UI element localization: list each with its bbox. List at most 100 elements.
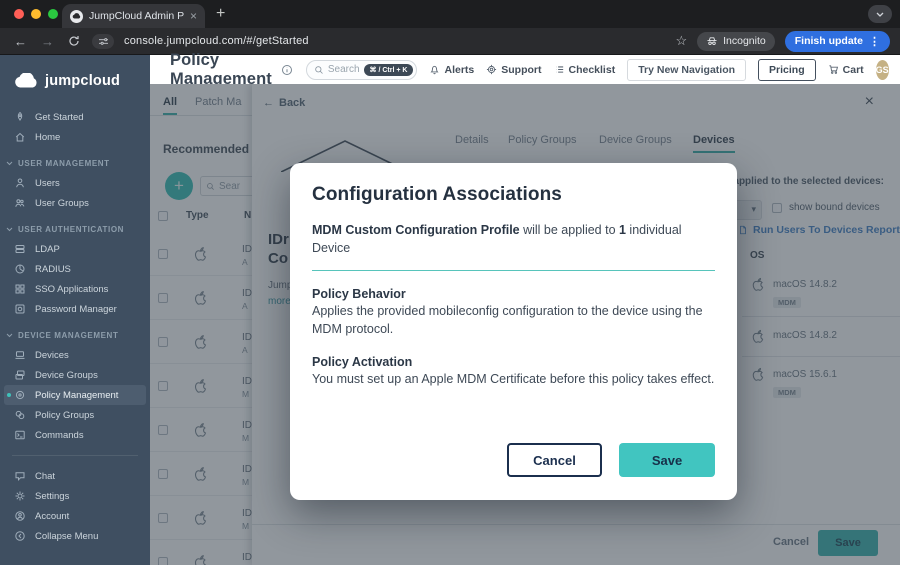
sidebar-item-label: Policy Groups	[35, 410, 94, 421]
sidebar-item-sso-applications[interactable]: SSO Applications	[0, 279, 150, 299]
sidebar-item-label: User Groups	[35, 198, 89, 209]
browser-tab[interactable]: JumpCloud Admin Portal ×	[62, 4, 205, 28]
account-circle-icon	[14, 510, 26, 522]
sidebar-item-chat[interactable]: Chat	[0, 466, 150, 486]
sidebar-item-label: Users	[35, 178, 60, 189]
user-icon	[14, 177, 26, 189]
browser-tab-strip: JumpCloud Admin Portal × +	[0, 0, 900, 28]
support-label: Support	[501, 64, 541, 76]
minimize-window-button[interactable]	[31, 9, 41, 19]
pricing-button[interactable]: Pricing	[758, 59, 816, 81]
address-bar-url[interactable]: console.jumpcloud.com/#/getStarted	[124, 35, 309, 47]
policy-activation-text: You must set up an Apple MDM Certificate…	[312, 371, 717, 389]
avatar[interactable]: GS	[876, 60, 889, 80]
close-window-button[interactable]	[14, 9, 24, 19]
chrome-menu-chevron-icon[interactable]	[868, 5, 892, 23]
maximize-window-button[interactable]	[48, 9, 58, 19]
sidebar-item-users[interactable]: Users	[0, 173, 150, 193]
policy-behavior-heading: Policy Behavior	[312, 287, 715, 301]
incognito-icon	[706, 36, 718, 46]
chevron-down-icon	[6, 227, 13, 232]
finish-update-button[interactable]: Finish update ⋮	[785, 31, 890, 52]
server-icon	[14, 243, 26, 255]
chevron-down-icon	[6, 161, 13, 166]
sidebar-item-radius[interactable]: RADIUS	[0, 259, 150, 279]
sidebar-item-label: Commands	[35, 430, 84, 441]
policy-behavior-text: Applies the provided mobileconfig config…	[312, 303, 717, 339]
alerts-button[interactable]: Alerts	[429, 64, 474, 76]
global-search-input[interactable]: Search ⌘ / Ctrl + K	[306, 60, 418, 80]
device-groups-icon	[14, 369, 26, 381]
chevron-down-icon	[6, 333, 13, 338]
rocket-icon	[14, 111, 26, 123]
sidebar-item-label: Device Groups	[35, 370, 98, 381]
device-count: 1	[619, 223, 626, 237]
sidebar-item-get-started[interactable]: Get Started	[0, 107, 150, 127]
sidebar-item-collapse-menu[interactable]: Collapse Menu	[0, 526, 150, 546]
logo-text: jumpcloud	[45, 73, 120, 89]
home-icon	[14, 131, 26, 143]
sidebar-item-label: Home	[35, 132, 60, 143]
sidebar-item-settings[interactable]: Settings	[0, 486, 150, 506]
grid-icon	[14, 283, 26, 295]
policy-activation-heading: Policy Activation	[312, 355, 715, 369]
sidebar-item-account[interactable]: Account	[0, 506, 150, 526]
sidebar-item-devices[interactable]: Devices	[0, 345, 150, 365]
sidebar-item-home[interactable]: Home	[0, 127, 150, 147]
policy-target-icon	[14, 389, 26, 401]
sidebar-item-ldap[interactable]: LDAP	[0, 239, 150, 259]
try-new-navigation-button[interactable]: Try New Navigation	[627, 59, 746, 81]
modal-title: Configuration Associations	[312, 184, 715, 206]
incognito-label: Incognito	[723, 35, 766, 47]
sidebar-section-user-management[interactable]: USER MANAGEMENT	[0, 153, 150, 173]
info-icon[interactable]	[281, 64, 293, 76]
sidebar-section-label: USER MANAGEMENT	[18, 159, 110, 168]
reload-icon[interactable]	[68, 35, 80, 47]
sidebar-item-policy-groups[interactable]: Policy Groups	[0, 405, 150, 425]
workarea: All Patch Ma Recommended P + Sear Type N…	[150, 84, 900, 565]
sidebar-item-label: Password Manager	[35, 304, 117, 315]
sidebar-item-label: Chat	[35, 471, 55, 482]
cancel-button[interactable]: Cancel	[507, 443, 602, 477]
sidebar-item-device-groups[interactable]: Device Groups	[0, 365, 150, 385]
sidebar-item-label: LDAP	[35, 244, 60, 255]
bookmark-star-icon[interactable]: ☆	[675, 33, 687, 49]
support-button[interactable]: Support	[486, 64, 541, 76]
sidebar-item-label: Get Started	[35, 112, 84, 123]
collapse-arrow-icon	[14, 530, 26, 542]
summary-text: will be applied to	[520, 223, 619, 237]
tab-title: JumpCloud Admin Portal	[89, 10, 184, 22]
sidebar-item-user-groups[interactable]: User Groups	[0, 193, 150, 213]
tab-close-icon[interactable]: ×	[190, 9, 197, 23]
modal-summary: MDM Custom Configuration Profile will be…	[312, 221, 717, 257]
browser-nav-bar: ← → console.jumpcloud.com/#/getStarted ☆…	[0, 28, 900, 55]
search-placeholder: Search	[328, 64, 360, 75]
bell-icon	[429, 64, 440, 75]
site-info-icon[interactable]	[92, 34, 114, 49]
sidebar-divider	[12, 455, 138, 456]
checklist-button[interactable]: Checklist	[554, 64, 616, 76]
sidebar: jumpcloud Get Started Home USER MANAGEME…	[0, 55, 150, 565]
jumpcloud-favicon	[70, 10, 83, 23]
support-gear-icon	[486, 64, 497, 75]
sidebar-section-device-management[interactable]: DEVICE MANAGEMENT	[0, 325, 150, 345]
jumpcloud-logo[interactable]: jumpcloud	[0, 55, 150, 95]
sidebar-item-label: Account	[35, 511, 69, 522]
sidebar-item-policy-management[interactable]: Policy Management	[4, 385, 146, 405]
back-icon[interactable]: ←	[14, 34, 27, 49]
cart-button[interactable]: Cart	[828, 64, 864, 76]
forward-icon[interactable]: →	[41, 34, 54, 49]
new-tab-button[interactable]: +	[216, 5, 225, 23]
sidebar-item-commands[interactable]: Commands	[0, 425, 150, 445]
laptop-icon	[14, 349, 26, 361]
alerts-label: Alerts	[444, 64, 474, 76]
sidebar-item-label: Policy Management	[35, 390, 118, 401]
cloud-icon	[13, 73, 39, 88]
finish-update-label: Finish update	[795, 35, 863, 47]
sidebar-section-user-authentication[interactable]: USER AUTHENTICATION	[0, 219, 150, 239]
terminal-icon	[14, 429, 26, 441]
modal-actions: Cancel Save	[507, 443, 715, 477]
save-button[interactable]: Save	[619, 443, 715, 477]
gear-icon	[14, 490, 26, 502]
sidebar-item-password-manager[interactable]: Password Manager	[0, 299, 150, 319]
